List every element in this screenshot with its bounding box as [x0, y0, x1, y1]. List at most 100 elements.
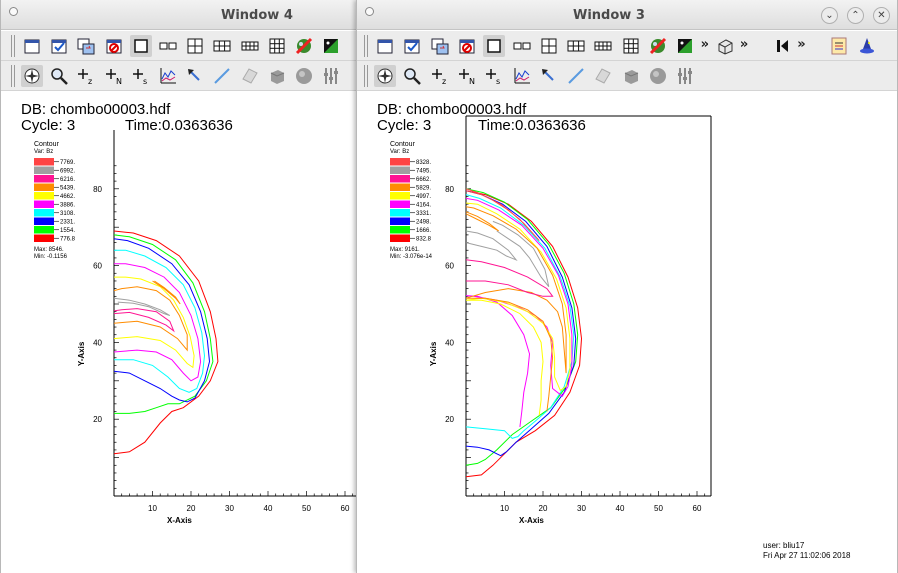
invert-button[interactable]: [674, 35, 696, 57]
invert-icon: [678, 39, 693, 53]
copy-window-button[interactable]: [75, 35, 97, 57]
toolbar-grip[interactable]: [364, 65, 368, 87]
window-3[interactable]: Window 3 ⌄ ⌃ ✕ » » » z Ns DB: chombo00003.h…: [356, 0, 898, 573]
spin-lock-button[interactable]: [647, 35, 669, 57]
window-title: Window 3: [573, 8, 645, 23]
clear-window-button[interactable]: [103, 35, 125, 57]
y-tick-label: 80: [93, 185, 102, 194]
legend-var: Var: Bz: [34, 149, 53, 155]
layout-1x2-button[interactable]: [511, 35, 533, 57]
zoom-icon: [404, 68, 422, 85]
spreadsheet-pick-icon: s: [132, 69, 147, 86]
curve-button[interactable]: [511, 65, 533, 87]
x-axis-label: X-Axis: [167, 516, 192, 525]
curve-button[interactable]: [157, 65, 179, 87]
animation-reverse-button[interactable]: [771, 35, 793, 57]
legend-swatch: [34, 192, 54, 200]
axis-restrict-button[interactable]: [320, 65, 342, 87]
toolbar-grip[interactable]: [11, 35, 15, 57]
layout-2x3-button[interactable]: [565, 35, 587, 57]
layout-2x2-button[interactable]: [184, 35, 206, 57]
active-window-button[interactable]: [401, 35, 423, 57]
legend-min: Min: -3.076e-14: [390, 254, 433, 260]
plot-list-button[interactable]: [828, 35, 850, 57]
toolbar-grip[interactable]: [364, 35, 368, 57]
plot-canvas[interactable]: DB: chombo00003.hdf Cycle: 3 Time:0.036363…: [357, 92, 897, 573]
line-tool-button[interactable]: [565, 65, 587, 87]
x-tick-label: 50: [302, 504, 311, 513]
maximize-button[interactable]: ⌃: [847, 7, 864, 24]
navigate-button[interactable]: [374, 65, 396, 87]
layout-1x1-button[interactable]: [483, 35, 506, 57]
zone-pick-button[interactable]: z: [429, 65, 451, 87]
zoom-button[interactable]: [48, 65, 70, 87]
box-tool-button[interactable]: [266, 65, 288, 87]
plane-tool-button[interactable]: [239, 65, 261, 87]
legend-swatch: [390, 192, 410, 200]
toolbar-overflow-button[interactable]: »: [740, 37, 748, 52]
active-window-button[interactable]: [48, 35, 70, 57]
svg-text:z: z: [88, 77, 92, 86]
zone-pick-button[interactable]: z: [75, 65, 97, 87]
title-bar[interactable]: Window 3 ⌄ ⌃ ✕: [357, 0, 897, 30]
y-axis-label: Y-Axis: [429, 341, 438, 366]
layout-1x2-button[interactable]: [157, 35, 179, 57]
navigate-button[interactable]: [21, 65, 43, 87]
layout-2x4-button[interactable]: [592, 35, 614, 57]
x-tick-label: 20: [187, 504, 196, 513]
point-tool-button[interactable]: [184, 65, 206, 87]
minimize-button[interactable]: ⌄: [821, 7, 838, 24]
spreadsheet-pick-button[interactable]: s: [483, 65, 505, 87]
toolbar-grip[interactable]: [11, 65, 15, 87]
node-pick-button[interactable]: N: [456, 65, 478, 87]
new-window-button[interactable]: [21, 35, 43, 57]
layout-3x3-button[interactable]: [266, 35, 288, 57]
spreadsheet-pick-icon: s: [486, 69, 500, 86]
legend-level: 4164.: [416, 203, 431, 209]
point-tool-button[interactable]: [538, 65, 560, 87]
clear-window-button[interactable]: [456, 35, 478, 57]
spreadsheet-pick-button[interactable]: s: [130, 65, 152, 87]
window-menu-icon[interactable]: [365, 7, 374, 16]
layout-3x3-button[interactable]: [620, 35, 642, 57]
legend-level: 3886.: [60, 203, 75, 209]
copy-window-icon: [431, 38, 449, 55]
invert-button[interactable]: [320, 35, 342, 57]
legend-level: 5829.: [416, 186, 431, 192]
node-pick-button[interactable]: N: [103, 65, 125, 87]
sphere-tool-icon: [296, 68, 312, 84]
wizard-button[interactable]: [856, 35, 878, 57]
toolbar-overflow-button[interactable]: »: [797, 37, 805, 52]
spin-lock-icon: [649, 37, 667, 55]
layout-1x1-button[interactable]: [129, 35, 152, 57]
toolbar-overflow-button[interactable]: »: [701, 37, 709, 52]
x-tick-label: 30: [577, 504, 586, 513]
line-tool-button[interactable]: [211, 65, 233, 87]
plot-canvas[interactable]: DB: chombo00003.hdf Cycle: 3 Time:0.036363…: [1, 92, 356, 573]
zone-pick-icon: z: [431, 69, 446, 86]
legend-swatch: [34, 217, 54, 225]
copy-window-button[interactable]: [429, 35, 451, 57]
zoom-button[interactable]: [401, 65, 423, 87]
layout-2x2-button[interactable]: [538, 35, 560, 57]
title-bar[interactable]: Window 4: [1, 0, 356, 30]
sphere-tool-button[interactable]: [293, 65, 315, 87]
window-4[interactable]: Window 4 z Ns DB: chombo00003.hdf Cycle: 3…: [0, 0, 357, 573]
new-window-button[interactable]: [374, 35, 396, 57]
axis-restrict-button[interactable]: [674, 65, 696, 87]
window-menu-icon[interactable]: [9, 7, 18, 16]
x-tick-label: 60: [693, 504, 702, 513]
plane-tool-button[interactable]: [592, 65, 614, 87]
sphere-tool-button[interactable]: [647, 65, 669, 87]
box-tool-button[interactable]: [620, 65, 642, 87]
x-tick-label: 10: [148, 504, 157, 513]
perspective-button[interactable]: [714, 35, 736, 57]
spin-lock-button[interactable]: [293, 35, 315, 57]
legend-level: 6992.: [60, 169, 75, 175]
legend-swatch: [34, 226, 54, 234]
layout-2x4-button[interactable]: [239, 35, 261, 57]
svg-text:s: s: [143, 77, 147, 86]
legend-level: 832.8: [416, 237, 432, 243]
layout-2x3-button[interactable]: [211, 35, 233, 57]
close-button[interactable]: ✕: [873, 7, 890, 24]
